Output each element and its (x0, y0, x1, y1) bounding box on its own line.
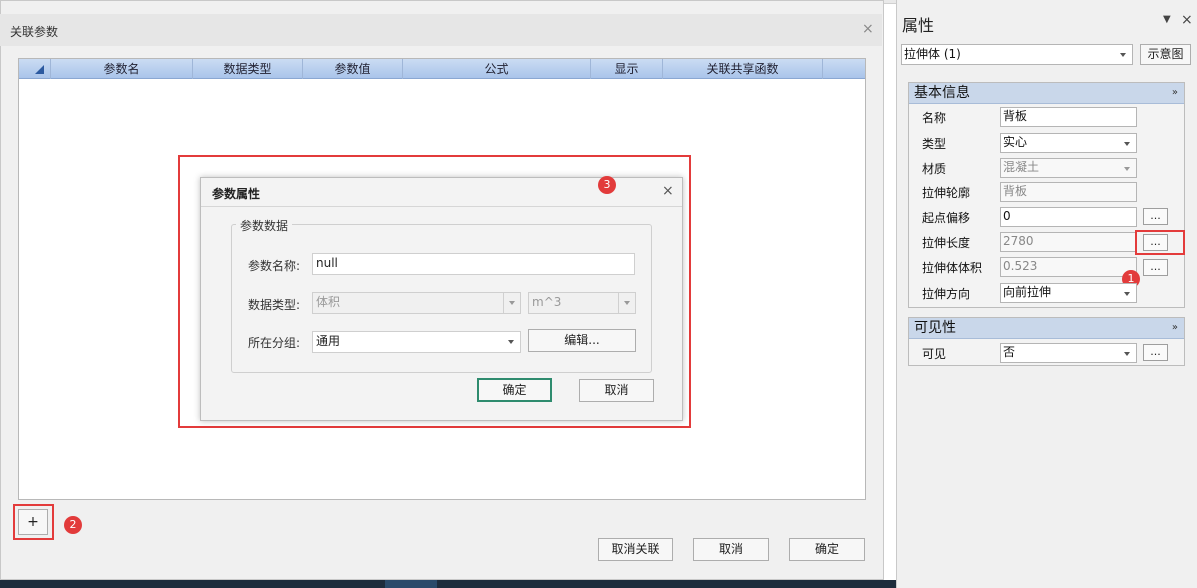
properties-title: 属性 (902, 16, 935, 35)
background-strip (0, 580, 896, 588)
visible-more-button[interactable]: ... (1143, 344, 1168, 361)
group-select[interactable]: 通用 (312, 331, 521, 353)
prop-direction-value: 向前拉伸 (1003, 285, 1052, 299)
unlink-button[interactable]: 取消关联 (598, 538, 673, 561)
basic-info-header[interactable]: 基本信息 » (909, 83, 1184, 104)
data-type-label: 数据类型: (248, 298, 301, 312)
column-header-formula[interactable]: 公式 (403, 59, 591, 79)
param-name-label: 参数名称: (248, 259, 301, 273)
visibility-title: 可见性 (914, 320, 956, 336)
chevron-down-icon (1119, 159, 1136, 177)
column-header-data-type[interactable]: 数据类型 (193, 59, 303, 79)
param-data-group-title: 参数数据 (236, 217, 293, 234)
prop-label-volume: 拉伸体体积 (922, 261, 983, 275)
chevron-down-icon (1119, 284, 1136, 302)
prop-visible-select[interactable]: 否 (1000, 343, 1137, 363)
start-offset-more-button[interactable]: ... (1143, 208, 1168, 225)
relation-dialog-title-bar (0, 14, 882, 46)
column-header-display[interactable]: 显示 (591, 59, 663, 79)
chevron-down-icon (1115, 45, 1132, 64)
chevron-down-icon (1119, 134, 1136, 152)
relation-dialog-close-icon[interactable]: × (862, 21, 874, 37)
prop-direction-select[interactable]: 向前拉伸 (1000, 283, 1137, 303)
badge-3: 3 (598, 176, 616, 194)
background-strip-detail (385, 580, 437, 588)
cancel-button[interactable]: 取消 (693, 538, 769, 561)
prop-material-select[interactable]: 混凝土 (1000, 158, 1137, 178)
prop-label-name: 名称 (922, 111, 947, 125)
data-type-select[interactable]: 体积 (312, 292, 521, 314)
prop-material-value: 混凝土 (1003, 160, 1040, 174)
prop-label-type: 类型 (922, 137, 947, 151)
object-select-value: 拉伸体 (1) (904, 47, 961, 61)
edit-group-button[interactable]: 编辑... (528, 329, 636, 352)
visibility-header[interactable]: 可见性 » (909, 318, 1184, 339)
parameter-table-header: 参数名 数据类型 参数值 公式 显示 关联共享函数 (19, 59, 865, 79)
collapse-chevron-icon: » (1171, 322, 1178, 333)
prop-profile-input[interactable]: 背板 (1000, 182, 1137, 202)
prop-label-length: 拉伸长度 (922, 236, 971, 250)
prop-length-input[interactable]: 2780 (1000, 232, 1137, 252)
prop-volume-input[interactable]: 0.523 (1000, 257, 1137, 277)
group-value: 通用 (316, 334, 341, 348)
prop-label-profile: 拉伸轮廓 (922, 186, 971, 200)
unit-value: m^3 (532, 295, 562, 309)
badge-2: 2 (64, 516, 82, 534)
preview-button[interactable]: 示意图 (1140, 44, 1191, 65)
length-more-button[interactable]: ... (1143, 234, 1168, 251)
object-select[interactable]: 拉伸体 (1) (901, 44, 1133, 65)
prop-label-material: 材质 (922, 162, 947, 176)
column-header-param-value[interactable]: 参数值 (303, 59, 403, 79)
relation-dialog-title: 关联参数 (10, 25, 59, 39)
column-header-param-name[interactable]: 参数名 (51, 59, 193, 79)
prop-visible-value: 否 (1003, 345, 1016, 359)
select-all-cell[interactable] (19, 59, 51, 79)
prop-label-start-offset: 起点偏移 (922, 211, 971, 225)
panel-menu-icon[interactable]: ▼ (1163, 14, 1171, 25)
basic-info-title: 基本信息 (914, 85, 970, 101)
collapse-chevron-icon: » (1171, 87, 1178, 98)
chevron-down-icon (618, 293, 635, 313)
param-cancel-button[interactable]: 取消 (579, 379, 654, 402)
prop-type-value: 实心 (1003, 135, 1028, 149)
param-name-input[interactable]: null (312, 253, 635, 275)
group-label: 所在分组: (248, 336, 301, 350)
param-ok-button[interactable]: 确定 (477, 378, 552, 402)
prop-label-direction: 拉伸方向 (922, 287, 971, 301)
properties-close-icon[interactable]: × (1181, 12, 1193, 28)
chevron-down-icon (503, 293, 520, 313)
prop-name-input[interactable]: 背板 (1000, 107, 1137, 127)
param-dialog-close-icon[interactable]: × (662, 183, 674, 199)
prop-type-select[interactable]: 实心 (1000, 133, 1137, 153)
param-dialog-divider (201, 206, 682, 207)
chevron-down-icon (503, 332, 520, 352)
unit-select[interactable]: m^3 (528, 292, 636, 314)
prop-label-visible: 可见 (922, 347, 947, 361)
ok-button[interactable]: 确定 (789, 538, 865, 561)
chevron-down-icon (1119, 344, 1136, 362)
volume-more-button[interactable]: ... (1143, 259, 1168, 276)
sort-triangle-icon (35, 65, 44, 74)
add-parameter-button[interactable]: + (18, 509, 48, 535)
column-header-shared-function[interactable]: 关联共享函数 (663, 59, 823, 79)
data-type-value: 体积 (316, 295, 341, 309)
param-dialog-title: 参数属性 (212, 187, 261, 201)
prop-start-offset-input[interactable]: 0 (1000, 207, 1137, 227)
